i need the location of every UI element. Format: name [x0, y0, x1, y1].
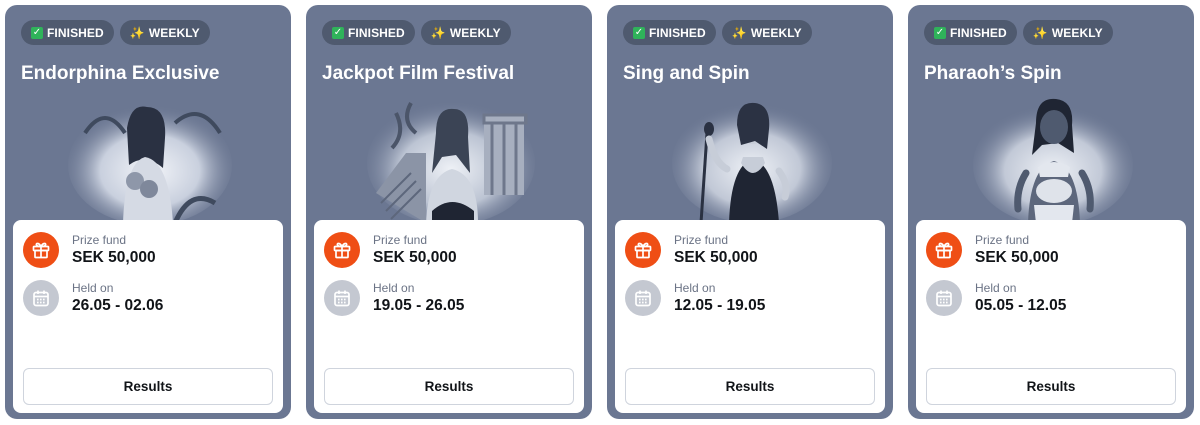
- prize-fund-value: SEK 50,000: [674, 249, 758, 266]
- tournament-title: Sing and Spin: [623, 63, 750, 84]
- gift-icon: [625, 232, 661, 268]
- prize-fund-label: Prize fund: [975, 233, 1030, 247]
- held-on-value: 05.05 - 12.05: [975, 297, 1067, 314]
- prize-fund-label: Prize fund: [72, 233, 127, 247]
- prize-fund-row: Prize fund SEK 50,000: [625, 232, 758, 268]
- tournament-artwork: [367, 101, 535, 223]
- tournament-card[interactable]: ✓ FINISHED ✨ WEEKLY Jackpot Film Festiva…: [306, 5, 592, 419]
- status-badge: ✓ FINISHED: [21, 20, 114, 45]
- held-on-label: Held on: [674, 281, 716, 295]
- prize-fund-row: Prize fund SEK 50,000: [926, 232, 1059, 268]
- held-on-label: Held on: [72, 281, 114, 295]
- tournament-artwork: [973, 98, 1133, 223]
- held-on-label: Held on: [975, 281, 1017, 295]
- held-on-value: 26.05 - 02.06: [72, 297, 164, 314]
- status-badge-label: FINISHED: [950, 25, 1007, 40]
- results-button[interactable]: Results: [926, 368, 1176, 405]
- status-badge-label: FINISHED: [348, 25, 405, 40]
- badge-row: ✓ FINISHED ✨ WEEKLY: [623, 20, 812, 45]
- period-badge: ✨ WEEKLY: [119, 20, 210, 45]
- tournament-card[interactable]: ✓ FINISHED ✨ WEEKLY Sing and Spin Prize …: [607, 5, 893, 419]
- prize-fund-label: Prize fund: [373, 233, 428, 247]
- check-icon: ✓: [633, 26, 645, 39]
- sparkles-icon: ✨: [129, 25, 145, 40]
- status-badge: ✓ FINISHED: [924, 20, 1017, 45]
- period-badge: ✨ WEEKLY: [721, 20, 812, 45]
- calendar-icon: [324, 280, 360, 316]
- held-on-row: Held on 26.05 - 02.06: [23, 280, 163, 316]
- period-badge: ✨ WEEKLY: [1022, 20, 1113, 45]
- sparkles-icon: ✨: [430, 25, 446, 40]
- tournament-card[interactable]: ✓ FINISHED ✨ WEEKLY Endorphina Exclusive: [5, 5, 291, 419]
- status-badge-label: FINISHED: [47, 25, 104, 40]
- prize-fund-row: Prize fund SEK 50,000: [23, 232, 156, 268]
- sparkles-icon: ✨: [731, 25, 747, 40]
- badge-row: ✓ FINISHED ✨ WEEKLY: [924, 20, 1113, 45]
- tournament-artwork: [68, 105, 232, 223]
- gift-icon: [926, 232, 962, 268]
- held-on-row: Held on 19.05 - 26.05: [324, 280, 464, 316]
- held-on-value: 19.05 - 26.05: [373, 297, 465, 314]
- gift-icon: [23, 232, 59, 268]
- results-button[interactable]: Results: [324, 368, 574, 405]
- held-on-label: Held on: [373, 281, 415, 295]
- status-badge: ✓ FINISHED: [322, 20, 415, 45]
- tournament-info-panel: Prize fund SEK 50,000 Held on: [314, 220, 584, 413]
- gift-icon: [324, 232, 360, 268]
- results-button[interactable]: Results: [23, 368, 273, 405]
- tournament-artwork: [672, 102, 832, 223]
- prize-fund-row: Prize fund SEK 50,000: [324, 232, 457, 268]
- calendar-icon: [625, 280, 661, 316]
- prize-fund-value: SEK 50,000: [975, 249, 1059, 266]
- tournament-title: Jackpot Film Festival: [322, 63, 515, 84]
- held-on-row: Held on 12.05 - 19.05: [625, 280, 765, 316]
- status-badge-label: FINISHED: [649, 25, 706, 40]
- period-badge-label: WEEKLY: [148, 25, 200, 40]
- calendar-icon: [926, 280, 962, 316]
- tournament-title: Endorphina Exclusive: [21, 63, 220, 84]
- held-on-value: 12.05 - 19.05: [674, 297, 766, 314]
- tournament-info-panel: Prize fund SEK 50,000 Held on: [916, 220, 1186, 413]
- check-icon: ✓: [934, 26, 946, 39]
- badge-row: ✓ FINISHED ✨ WEEKLY: [21, 20, 210, 45]
- tournament-card[interactable]: ✓ FINISHED ✨ WEEKLY Pharaoh’s Spin Prize…: [908, 5, 1194, 419]
- check-icon: ✓: [332, 26, 344, 39]
- results-button[interactable]: Results: [625, 368, 875, 405]
- period-badge: ✨ WEEKLY: [420, 20, 511, 45]
- badge-row: ✓ FINISHED ✨ WEEKLY: [322, 20, 511, 45]
- period-badge-label: WEEKLY: [1051, 25, 1103, 40]
- check-icon: ✓: [31, 26, 43, 39]
- period-badge-label: WEEKLY: [750, 25, 802, 40]
- tournament-info-panel: Prize fund SEK 50,000 Held on: [13, 220, 283, 413]
- calendar-icon: [23, 280, 59, 316]
- status-badge: ✓ FINISHED: [623, 20, 716, 45]
- sparkles-icon: ✨: [1032, 25, 1048, 40]
- prize-fund-value: SEK 50,000: [373, 249, 457, 266]
- tournament-title: Pharaoh’s Spin: [924, 63, 1062, 84]
- tournament-info-panel: Prize fund SEK 50,000 Held on: [615, 220, 885, 413]
- tournament-list: ✓ FINISHED ✨ WEEKLY Endorphina Exclusive: [0, 0, 1200, 425]
- held-on-row: Held on 05.05 - 12.05: [926, 280, 1066, 316]
- prize-fund-value: SEK 50,000: [72, 249, 156, 266]
- period-badge-label: WEEKLY: [449, 25, 501, 40]
- prize-fund-label: Prize fund: [674, 233, 729, 247]
